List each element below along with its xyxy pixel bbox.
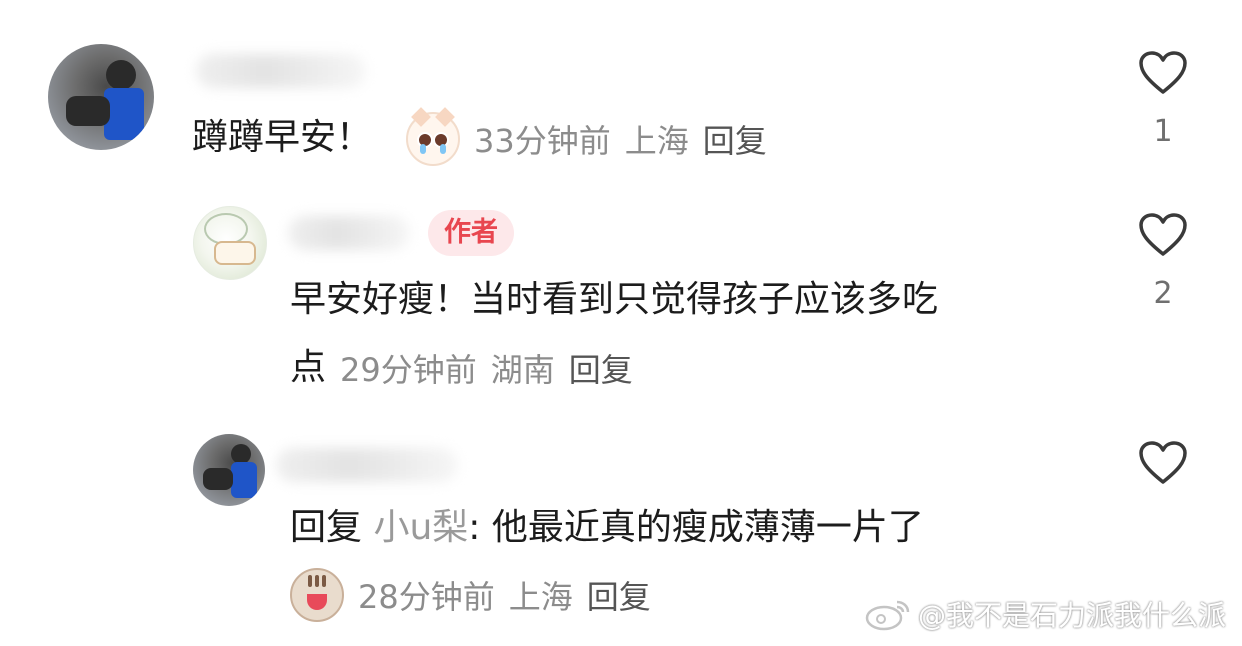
username-blurred[interactable]: [196, 54, 366, 88]
comment-time: 29分钟前: [340, 351, 477, 389]
username-blurred[interactable]: [288, 216, 410, 250]
comment-location: 上海: [508, 578, 573, 616]
like-button[interactable]: [1133, 440, 1193, 504]
watermark: @我不是石力派我什么派: [864, 594, 1226, 634]
comment-location: 湖南: [490, 351, 555, 389]
comment-meta: 点 29分钟前 湖南 回复: [290, 338, 633, 398]
weibo-logo-icon: [864, 597, 912, 631]
like-button[interactable]: 1: [1133, 50, 1193, 149]
mention-link[interactable]: 小u梨: [373, 507, 468, 548]
avatar[interactable]: [48, 44, 154, 150]
watermark-text: @我不是石力派我什么派: [917, 599, 1226, 632]
heart-icon: [1139, 441, 1187, 484]
comment-meta: 28分钟前 上海 回复: [290, 568, 651, 622]
crying-cat-emoji: [406, 107, 460, 166]
reply-body: : 他最近真的瘦成薄薄一片了: [468, 507, 924, 548]
comment-meta: 33分钟前 上海 回复: [406, 107, 767, 166]
comment-text: 回复 小u梨: 他最近真的瘦成薄薄一片了: [290, 498, 924, 558]
comment-text-continued: 点: [290, 347, 327, 388]
comment-time: 33分钟前: [474, 122, 611, 160]
avatar[interactable]: [193, 434, 265, 506]
like-count: 1: [1153, 114, 1173, 149]
reply-button[interactable]: 回复: [569, 345, 633, 391]
comment-text: 蹲蹲早安！: [192, 117, 373, 158]
like-count: 2: [1153, 276, 1173, 311]
avatar[interactable]: [193, 206, 267, 280]
reply-button[interactable]: 回复: [703, 116, 767, 162]
reply-prefix: 回复: [290, 507, 363, 548]
heart-icon: [1139, 51, 1187, 94]
comment-time: 28分钟前: [358, 578, 495, 616]
comment-text: 早安好瘦！当时看到只觉得孩子应该多吃: [290, 279, 939, 320]
reply-button[interactable]: 回复: [587, 572, 651, 618]
heart-icon: [1139, 213, 1187, 256]
username-blurred[interactable]: [276, 448, 458, 482]
comment-location: 上海: [624, 122, 689, 160]
like-button[interactable]: 2: [1133, 212, 1193, 311]
shocked-tabby-cat-emoji: [290, 568, 344, 622]
author-badge: 作者: [428, 210, 514, 256]
